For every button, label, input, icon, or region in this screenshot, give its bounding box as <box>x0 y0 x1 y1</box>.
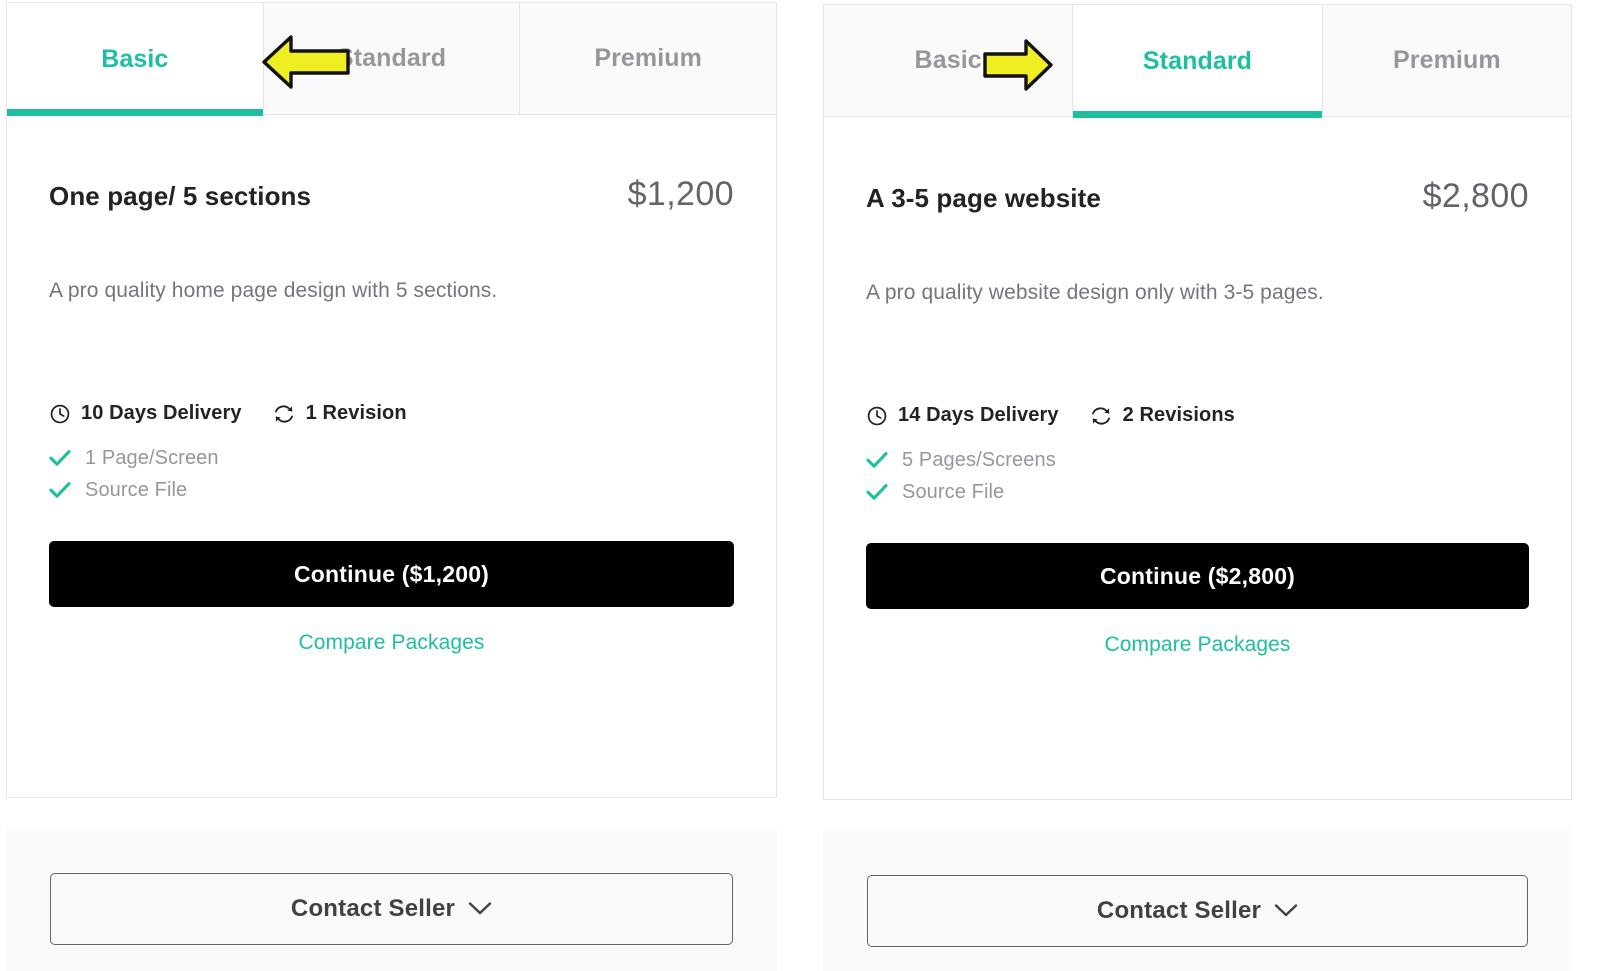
pricing-packages-screen: Basic Standard Premium One page/ 5 secti… <box>0 0 1600 971</box>
delivery-time: 14 Days Delivery <box>866 404 1059 427</box>
tab-premium-right[interactable]: Premium <box>1322 5 1571 117</box>
feature-item: 1 Page/Screen <box>49 442 734 474</box>
tab-basic-right[interactable]: Basic <box>824 5 1074 117</box>
package-body-left: One page/ 5 sections $1,200 A pro qualit… <box>7 115 776 797</box>
package-price: $1,200 <box>627 175 734 213</box>
feature-list-left: 1 Page/Screen Source File <box>49 442 734 506</box>
contact-seller-button-right[interactable]: Contact Seller <box>867 875 1528 947</box>
contact-seller-button-left[interactable]: Contact Seller <box>50 873 733 945</box>
compare-packages-link-left[interactable]: Compare Packages <box>49 631 734 655</box>
package-meta-right: 14 Days Delivery 2 Revisions <box>866 404 1529 427</box>
tab-label: Basic <box>914 46 982 74</box>
contact-seller-panel-left: Contact Seller <box>6 828 777 971</box>
tab-label: Premium <box>594 44 703 72</box>
package-card-basic: Basic Standard Premium One page/ 5 secti… <box>6 2 777 798</box>
tab-standard-right[interactable]: Standard <box>1073 5 1323 118</box>
tab-basic-left[interactable]: Basic <box>7 3 264 116</box>
tab-label: Premium <box>1392 46 1501 74</box>
package-headline-left: One page/ 5 sections $1,200 <box>49 115 734 214</box>
revision-label: 2 Revisions <box>1122 404 1235 427</box>
feature-item: 5 Pages/Screens <box>866 444 1529 476</box>
check-icon <box>49 449 71 467</box>
chevron-down-icon <box>1274 897 1298 925</box>
package-headline-right: A 3-5 page website $2,800 <box>866 117 1529 216</box>
feature-label: Source File <box>85 479 188 502</box>
feature-label: 5 Pages/Screens <box>902 449 1056 472</box>
continue-button-left[interactable]: Continue ($1,200) <box>49 541 734 608</box>
chevron-down-icon <box>468 895 492 923</box>
feature-label: Source File <box>902 481 1005 504</box>
delivery-label: 10 Days Delivery <box>81 402 242 425</box>
clock-icon <box>866 405 888 427</box>
revision-count: 2 Revisions <box>1089 404 1235 427</box>
check-icon <box>49 481 71 499</box>
feature-list-right: 5 Pages/Screens Source File <box>866 444 1529 508</box>
delivery-time: 10 Days Delivery <box>49 402 242 425</box>
tab-label: Standard <box>1142 46 1253 75</box>
refresh-icon <box>1089 405 1113 427</box>
feature-item: Source File <box>49 474 734 506</box>
tab-label: Standard <box>336 44 447 72</box>
tab-premium-left[interactable]: Premium <box>520 3 777 115</box>
feature-label: 1 Page/Screen <box>85 447 219 470</box>
tab-standard-left[interactable]: Standard <box>263 3 521 115</box>
revision-count: 1 Revision <box>272 402 407 425</box>
feature-item: Source File <box>866 476 1529 508</box>
check-icon <box>866 451 888 469</box>
package-tabs-right: Basic Standard Premium <box>824 5 1571 118</box>
package-tabs-left: Basic Standard Premium <box>7 3 777 116</box>
package-title: A 3-5 page website <box>866 183 1101 213</box>
check-icon <box>866 483 888 501</box>
contact-seller-label: Contact Seller <box>290 895 456 922</box>
package-description: A pro quality home page design with 5 se… <box>49 279 498 302</box>
compare-packages-link-right[interactable]: Compare Packages <box>866 633 1529 657</box>
revision-label: 1 Revision <box>305 402 407 425</box>
contact-seller-panel-right: Contact Seller <box>823 830 1572 971</box>
package-card-standard: Basic Standard Premium A 3-5 page websit… <box>823 4 1572 800</box>
contact-seller-label: Contact Seller <box>1096 897 1262 924</box>
package-price: $2,800 <box>1422 177 1529 215</box>
package-body-right: A 3-5 page website $2,800 A pro quality … <box>824 117 1571 799</box>
package-meta-left: 10 Days Delivery 1 Revision <box>49 402 734 425</box>
continue-button-right[interactable]: Continue ($2,800) <box>866 543 1529 610</box>
delivery-label: 14 Days Delivery <box>898 404 1059 427</box>
refresh-icon <box>272 403 296 425</box>
package-description: A pro quality website design only with 3… <box>866 281 1324 304</box>
tab-label: Basic <box>101 44 169 73</box>
clock-icon <box>49 403 71 425</box>
package-title: One page/ 5 sections <box>49 181 312 211</box>
